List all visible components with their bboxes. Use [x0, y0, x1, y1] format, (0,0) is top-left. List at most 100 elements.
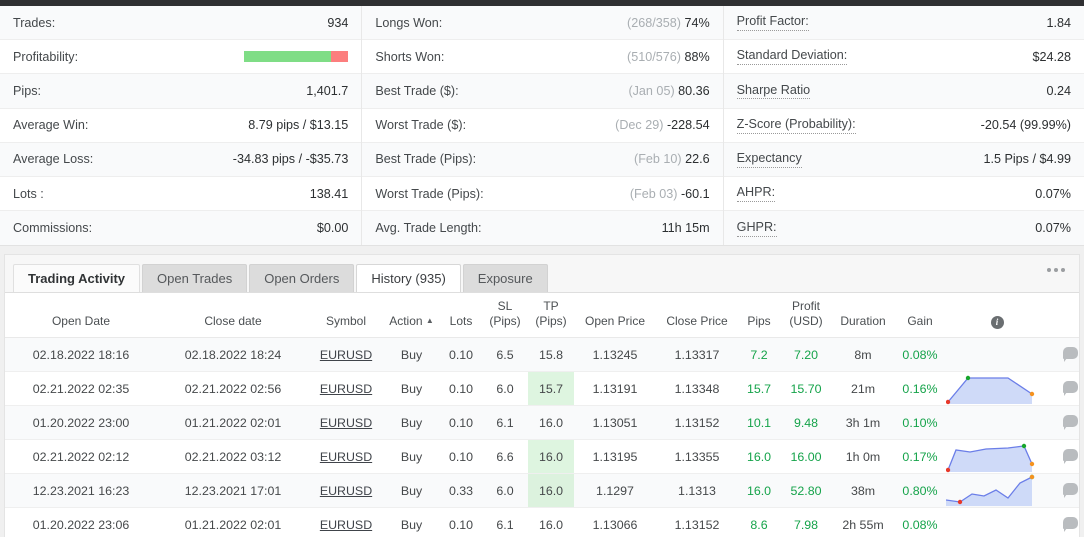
table-row[interactable]: 12.23.2021 16:23 12.23.2021 17:01 EURUSD Bu…: [5, 473, 1079, 508]
cell-note[interactable]: [1048, 473, 1079, 508]
tab-trading-activity[interactable]: Trading Activity: [13, 264, 141, 292]
stat-label-tooltip[interactable]: AHPR:: [736, 185, 776, 202]
comment-icon[interactable]: [1063, 347, 1078, 362]
col-header-label: Open Date: [51, 314, 111, 328]
col-header-lots[interactable]: Lots: [440, 293, 482, 338]
stat-row: Profit Factor: 1.84: [723, 6, 1084, 41]
col-header-profit[interactable]: Profit (USD): [780, 293, 832, 338]
col-header-close_date[interactable]: Close date: [157, 293, 309, 338]
tab-open-trades[interactable]: Open Trades: [142, 264, 248, 292]
col-header-open_date[interactable]: Open Date: [5, 293, 157, 338]
cell-open_price: 1.13245: [574, 337, 656, 372]
profitability-bar-loss: [330, 51, 349, 63]
col-header-pips[interactable]: Pips: [738, 293, 780, 338]
info-icon[interactable]: i: [990, 316, 1004, 329]
cell-gain-text: 0.16%: [902, 381, 938, 396]
cell-profit-text: 7.98: [793, 517, 819, 532]
stat-label-tooltip[interactable]: GHPR:: [736, 220, 777, 237]
table-row[interactable]: 02.21.2022 02:35 02.21.2022 02:56 EURUSD Bu…: [5, 371, 1079, 406]
cell-note[interactable]: [1048, 405, 1079, 440]
tab-history-935[interactable]: History (935): [356, 264, 461, 292]
cell-note[interactable]: [1048, 507, 1079, 537]
col-header-tp[interactable]: TP (Pips): [528, 293, 574, 338]
cell-duration: 38m: [832, 473, 894, 508]
cell-symbol-text[interactable]: EURUSD: [320, 484, 372, 498]
cell-pips: 7.2: [738, 337, 780, 372]
col-header-duration[interactable]: Duration: [832, 293, 894, 338]
cell-trade-sparkline: [946, 371, 1048, 406]
sort-ascending-icon[interactable]: ▲: [426, 316, 434, 325]
cell-symbol[interactable]: EURUSD: [309, 371, 383, 406]
cell-gain-text: 0.17%: [902, 449, 938, 464]
cell-open_price-text: 1.13051: [592, 415, 638, 430]
cell-note[interactable]: [1048, 439, 1079, 474]
cell-profit-text: 16.00: [790, 449, 822, 464]
stat-row: Lots : 138.41: [0, 176, 362, 212]
col-header-chart[interactable]: i: [946, 293, 1048, 338]
cell-profit-text: 15.70: [790, 381, 822, 396]
cell-symbol-text[interactable]: EURUSD: [320, 416, 372, 430]
col-header-action[interactable]: Action ▲: [383, 293, 440, 338]
cell-action-text: Buy: [400, 347, 423, 362]
stat-row: Best Trade ($): (Jan 05) 80.36: [362, 74, 723, 109]
cell-symbol[interactable]: EURUSD: [309, 439, 383, 474]
cell-sl: 6.1: [482, 405, 528, 440]
cell-symbol[interactable]: EURUSD: [309, 337, 383, 372]
stat-label-tooltip[interactable]: Profit Factor:: [736, 14, 809, 31]
stat-row: Average Win: 8.79 pips / $13.15: [0, 108, 362, 143]
cell-profit-text: 9.48: [793, 415, 819, 430]
stats-column-trades: Longs Won: (268/358) 74% Shorts Won: (510/5…: [361, 6, 723, 246]
col-header-gain[interactable]: Gain: [894, 293, 946, 338]
col-header-close_price[interactable]: Close Price: [656, 293, 738, 338]
tab-open-orders[interactable]: Open Orders: [249, 264, 355, 292]
cell-symbol[interactable]: EURUSD: [309, 473, 383, 508]
history-card: Trading Activity Open Trades Open Orders Hi…: [4, 254, 1080, 537]
more-options-icon[interactable]: [1047, 268, 1065, 272]
cell-pips: 10.1: [738, 405, 780, 440]
cell-symbol-text[interactable]: EURUSD: [320, 450, 372, 464]
comment-icon[interactable]: [1063, 483, 1078, 498]
stat-label: Worst Trade ($):: [375, 118, 467, 133]
comment-icon[interactable]: [1063, 415, 1078, 430]
stat-label-tooltip[interactable]: Standard Deviation:: [736, 48, 848, 66]
cell-symbol-text[interactable]: EURUSD: [320, 518, 372, 532]
cell-pips-text: 8.6: [750, 517, 768, 532]
tab-exposure[interactable]: Exposure: [462, 264, 548, 292]
cell-symbol[interactable]: EURUSD: [309, 405, 383, 440]
cell-symbol-text[interactable]: EURUSD: [320, 382, 372, 396]
col-header-label: Gain: [907, 314, 933, 328]
cell-close_date: 01.21.2022 02:01: [157, 405, 309, 440]
table-row[interactable]: 02.21.2022 02:12 02.21.2022 03:12 EURUSD Bu…: [5, 439, 1079, 474]
stat-value: 934: [327, 15, 349, 30]
table-row[interactable]: 01.20.2022 23:00 01.21.2022 02:01 EURUSD Bu…: [5, 405, 1079, 440]
col-header-label: Symbol: [325, 314, 366, 328]
col-header-sl[interactable]: SL (Pips): [482, 293, 528, 338]
col-header-note[interactable]: [1048, 293, 1079, 338]
col-header-label: Close Price: [666, 314, 728, 328]
col-header-label: Pips: [747, 314, 771, 328]
table-row[interactable]: 02.18.2022 18:16 02.18.2022 18:24 EURUSD Bu…: [5, 337, 1079, 372]
cell-lots-text: 0.10: [448, 381, 474, 396]
stat-label: Avg. Trade Length:: [375, 221, 482, 236]
cell-symbol[interactable]: EURUSD: [309, 507, 383, 537]
cell-symbol-text[interactable]: EURUSD: [320, 348, 372, 362]
col-header-open_price[interactable]: Open Price: [574, 293, 656, 338]
stat-value-note: (268/358): [627, 15, 681, 30]
comment-icon[interactable]: [1063, 517, 1078, 532]
stat-label-tooltip[interactable]: Expectancy: [736, 151, 802, 168]
cell-gain: 0.17%: [894, 439, 946, 474]
cell-note[interactable]: [1048, 337, 1079, 372]
comment-icon[interactable]: [1063, 449, 1078, 464]
col-header-symbol[interactable]: Symbol: [309, 293, 383, 338]
cell-tp: 16.0: [528, 507, 574, 537]
table-row[interactable]: 01.20.2022 23:06 01.21.2022 02:01 EURUSD Bu…: [5, 507, 1079, 537]
cell-note[interactable]: [1048, 371, 1079, 406]
comment-icon[interactable]: [1063, 381, 1078, 396]
cell-lots: 0.33: [440, 473, 482, 508]
stat-label-tooltip[interactable]: Sharpe Ratio: [736, 83, 811, 100]
stat-label-tooltip[interactable]: Z-Score (Probability):: [736, 117, 856, 134]
cell-lots-text: 0.10: [448, 415, 474, 430]
cell-gain-text: 0.10%: [902, 415, 938, 430]
trading-stats-page: Trades: 934 Profitability: Pips: 1,401.7 Aver…: [0, 0, 1084, 537]
stat-value: 0.24: [1046, 83, 1071, 98]
